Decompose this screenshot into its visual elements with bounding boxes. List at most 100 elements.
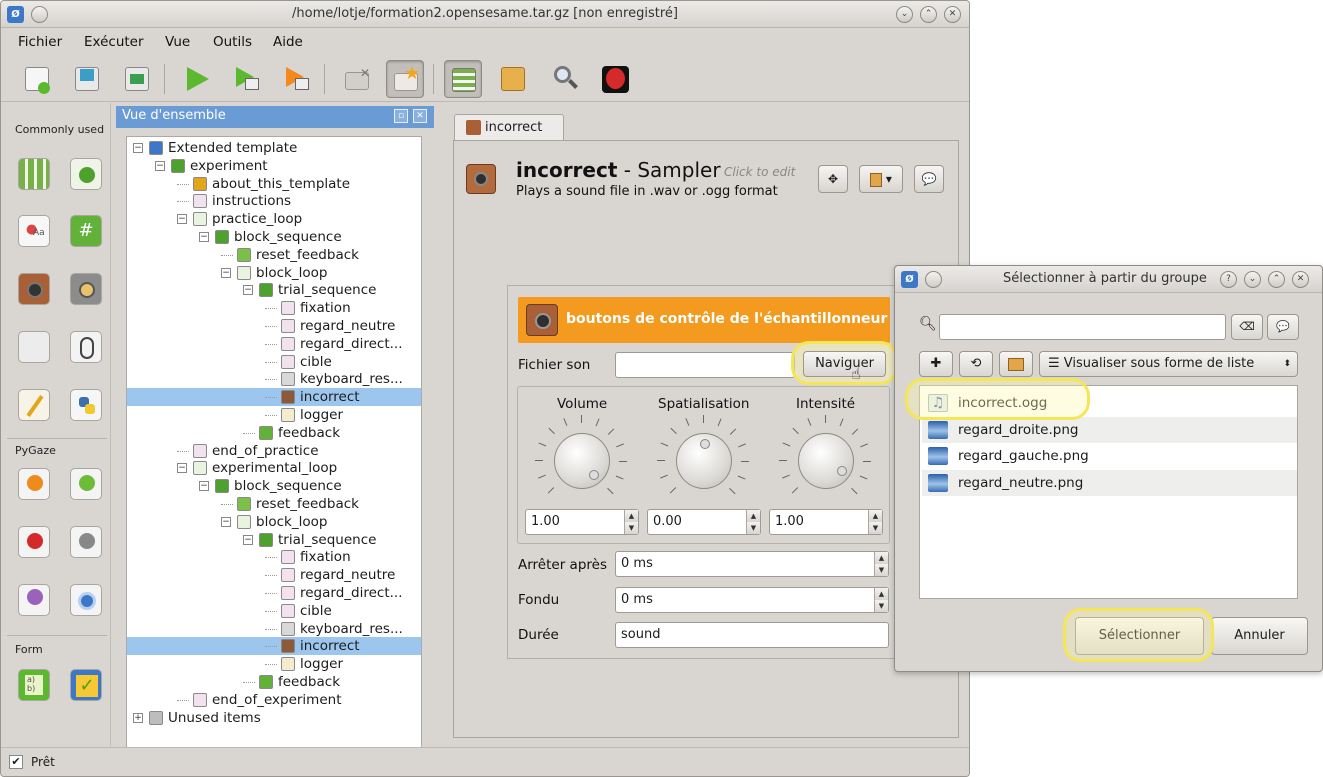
item-menu-button[interactable]: ▾ bbox=[859, 165, 903, 193]
inline-script-icon[interactable]: # bbox=[70, 215, 102, 247]
tree-item[interactable]: instructions bbox=[127, 192, 421, 210]
tree-item[interactable]: − experimental_loop bbox=[127, 459, 421, 477]
fade-spinbox[interactable]: 0 ms ▲ ▼ bbox=[615, 587, 889, 613]
help-icon[interactable]: 💬 bbox=[1267, 314, 1299, 340]
spin-up-icon[interactable]: ▲ bbox=[868, 510, 882, 522]
menu-aide[interactable]: Aide bbox=[273, 34, 303, 50]
pygaze-start-icon[interactable] bbox=[18, 526, 50, 558]
collapse-icon[interactable]: − bbox=[221, 267, 231, 278]
collapse-icon[interactable]: − bbox=[155, 160, 165, 171]
browse-button[interactable]: Naviguer bbox=[803, 351, 886, 377]
tree-item[interactable]: regard_neutre bbox=[127, 566, 421, 584]
tree-item[interactable]: reset_feedback bbox=[127, 495, 421, 513]
spin-down-icon[interactable]: ▼ bbox=[624, 522, 638, 534]
open-file-icon[interactable] bbox=[68, 60, 106, 98]
tree-item[interactable]: regard_direct... bbox=[127, 335, 421, 353]
tree-item[interactable]: feedback bbox=[127, 424, 421, 442]
sketchpad-item-icon[interactable]: ● Aa bbox=[18, 215, 50, 247]
close-icon[interactable]: ✕ bbox=[944, 6, 961, 23]
pitch-spinbox[interactable]: 1.00 ▲ ▼ bbox=[769, 509, 883, 535]
menu-vue[interactable]: Vue bbox=[165, 34, 190, 50]
spin-down-icon[interactable]: ▼ bbox=[746, 522, 760, 534]
close-dock-icon[interactable]: ✕ bbox=[413, 109, 427, 123]
tree-item[interactable]: regard_direct... bbox=[127, 584, 421, 602]
menu-fichier[interactable]: Fichier bbox=[18, 34, 62, 50]
collapse-icon[interactable]: − bbox=[133, 143, 143, 153]
sampler-item-icon[interactable] bbox=[18, 273, 50, 305]
tree-item[interactable]: logger bbox=[127, 406, 421, 424]
collapse-icon[interactable]: − bbox=[199, 232, 209, 242]
item-description[interactable]: Plays a sound file in .wav or .ogg forma… bbox=[516, 184, 778, 199]
synth-item-icon[interactable] bbox=[70, 273, 102, 305]
menu-executer[interactable]: Exécuter bbox=[84, 34, 144, 50]
new-file-icon[interactable] bbox=[18, 60, 56, 98]
sound-file-input[interactable] bbox=[615, 352, 795, 378]
debug-window-icon[interactable] bbox=[546, 60, 584, 98]
item-title[interactable]: incorrect - Sampler bbox=[516, 158, 721, 182]
spin-up-icon[interactable]: ▲ bbox=[624, 510, 638, 522]
file-pool-icon[interactable] bbox=[494, 60, 532, 98]
tree-item[interactable]: regard_neutre bbox=[127, 317, 421, 335]
tree-item[interactable]: − trial_sequence bbox=[127, 281, 421, 299]
add-file-icon[interactable]: ✚ bbox=[919, 351, 953, 377]
help-icon[interactable]: 💬 bbox=[914, 165, 944, 193]
expand-icon[interactable]: + bbox=[133, 712, 143, 723]
spin-up-icon[interactable]: ▲ bbox=[746, 510, 760, 522]
tree-item[interactable]: cible bbox=[127, 602, 421, 620]
minimize-icon[interactable]: ⌄ bbox=[896, 6, 913, 23]
spin-up-icon[interactable]: ▲ bbox=[874, 552, 888, 564]
minimize-icon[interactable]: ⌄ bbox=[1244, 271, 1261, 288]
view-mode-select[interactable]: ☰ Visualiser sous forme de liste ⬍ bbox=[1039, 351, 1298, 377]
pygaze-init-icon[interactable] bbox=[18, 468, 50, 500]
tree-item[interactable]: − experiment bbox=[127, 157, 421, 175]
stop-after-spinbox[interactable]: 0 ms ▲ ▼ bbox=[615, 551, 889, 577]
maximize-icon[interactable]: ⌃ bbox=[920, 6, 937, 23]
quick-run-icon[interactable] bbox=[278, 60, 316, 98]
tab-incorrect[interactable]: incorrect bbox=[454, 114, 564, 141]
pygaze-stop-icon[interactable] bbox=[70, 526, 102, 558]
open-folder-icon[interactable] bbox=[999, 351, 1033, 377]
form-consent-icon[interactable]: ✓ bbox=[70, 669, 102, 701]
pygaze-log-icon[interactable] bbox=[18, 584, 50, 616]
tree-item[interactable]: + Unused items bbox=[127, 709, 421, 727]
collapse-icon[interactable]: − bbox=[177, 214, 187, 225]
pygaze-wait-icon[interactable] bbox=[70, 584, 102, 616]
collapse-icon[interactable]: − bbox=[243, 285, 253, 296]
tree-item[interactable]: incorrect bbox=[127, 637, 421, 656]
collapse-icon[interactable]: − bbox=[221, 516, 231, 527]
tree-item[interactable]: fixation bbox=[127, 299, 421, 317]
run-icon[interactable] bbox=[178, 60, 216, 98]
tree-item[interactable]: keyboard_res... bbox=[127, 370, 421, 388]
overview-tree[interactable]: − Extended template − experiment about_this_… bbox=[126, 136, 422, 748]
tree-item[interactable]: − trial_sequence bbox=[127, 531, 421, 549]
maximize-icon[interactable]: ⌃ bbox=[1268, 271, 1285, 288]
close-tabs-icon[interactable]: ✕ bbox=[338, 60, 376, 98]
spin-up-icon[interactable]: ▲ bbox=[874, 588, 888, 600]
tree-item[interactable]: feedback bbox=[127, 673, 421, 691]
duration-input[interactable]: sound bbox=[615, 622, 889, 648]
file-row[interactable]: regard_neutre.png bbox=[922, 470, 1297, 496]
collapse-icon[interactable]: − bbox=[199, 481, 209, 492]
tree-item[interactable]: − Extended template bbox=[127, 139, 421, 157]
collapse-icon[interactable]: − bbox=[243, 534, 253, 545]
tree-item[interactable]: about_this_template bbox=[127, 175, 421, 193]
tree-item[interactable]: end_of_experiment bbox=[127, 691, 421, 709]
move-item-icon[interactable]: ✥ bbox=[818, 165, 848, 193]
pygaze-drift-icon[interactable] bbox=[70, 468, 102, 500]
search-input[interactable] bbox=[939, 314, 1226, 340]
pan-spinbox[interactable]: 0.00 ▲ ▼ bbox=[647, 509, 761, 535]
tree-item[interactable]: − practice_loop bbox=[127, 210, 421, 228]
tree-item[interactable]: incorrect bbox=[127, 388, 421, 407]
tree-item[interactable]: fixation bbox=[127, 548, 421, 566]
tree-item[interactable]: cible bbox=[127, 353, 421, 371]
tree-item[interactable]: − block_sequence bbox=[127, 228, 421, 246]
tree-item[interactable]: − block_loop bbox=[127, 264, 421, 282]
notepad-item-icon[interactable] bbox=[18, 389, 50, 421]
save-file-icon[interactable] bbox=[118, 60, 156, 98]
volume-spinbox[interactable]: 1.00 ▲ ▼ bbox=[525, 509, 639, 535]
collapse-icon[interactable]: − bbox=[177, 463, 187, 474]
spin-down-icon[interactable]: ▼ bbox=[874, 600, 888, 612]
refresh-icon[interactable]: ⟲ bbox=[959, 351, 993, 377]
close-other-tabs-icon[interactable]: ★ bbox=[386, 60, 424, 98]
file-row[interactable]: regard_gauche.png bbox=[922, 443, 1297, 469]
